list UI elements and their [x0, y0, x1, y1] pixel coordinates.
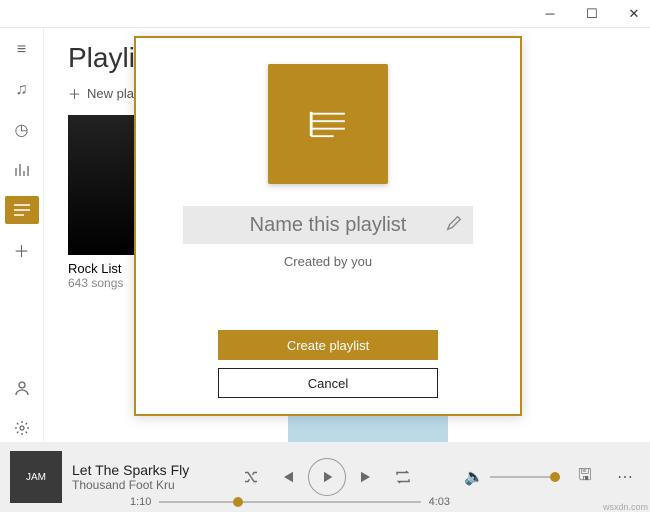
plus-icon[interactable]: ＋	[8, 236, 36, 264]
now-playing-song: Let The Sparks Fly	[72, 462, 189, 478]
playlist-icon[interactable]	[5, 196, 39, 224]
pencil-icon	[445, 214, 465, 234]
shuffle-button[interactable]	[236, 462, 266, 492]
more-icon[interactable]: ⋯	[610, 462, 640, 492]
now-playing-art[interactable]: JAM	[10, 451, 62, 503]
player-bar: JAM Let The Sparks Fly Thousand Foot Kru…	[0, 442, 650, 512]
maximize-button[interactable]: ☐	[580, 2, 604, 26]
window-titlebar: ─ ☐ ✕	[0, 0, 650, 28]
equalizer-icon[interactable]	[8, 156, 36, 184]
create-playlist-button[interactable]: Create playlist	[218, 330, 438, 360]
close-button[interactable]: ✕	[622, 2, 646, 26]
clock-icon[interactable]: ◷	[8, 116, 36, 144]
progress-bar[interactable]: 1:10 4:03	[130, 496, 450, 508]
volume-slider[interactable]	[490, 476, 560, 478]
music-note-icon[interactable]: ♫	[8, 76, 36, 104]
person-icon[interactable]	[8, 374, 36, 402]
create-playlist-dialog: Name this playlist Created by you Create…	[134, 36, 522, 416]
creator-label: Created by you	[284, 254, 372, 269]
minimize-button[interactable]: ─	[538, 2, 562, 26]
previous-button[interactable]	[272, 462, 302, 492]
playlist-art-placeholder[interactable]	[268, 64, 388, 184]
hamburger-icon[interactable]: ≡	[8, 36, 36, 64]
now-playing-artist: Thousand Foot Kru	[72, 478, 189, 492]
volume-icon[interactable]: 🔈	[464, 467, 484, 487]
plus-icon: ＋	[68, 84, 81, 103]
duration-time: 4:03	[429, 496, 450, 508]
save-button[interactable]: 🖫	[570, 462, 600, 492]
sidebar: ≡ ♫ ◷ ＋	[0, 28, 44, 442]
elapsed-time: 1:10	[130, 496, 151, 508]
watermark: wsxdn.com	[603, 502, 648, 512]
play-button[interactable]	[308, 458, 346, 496]
gear-icon[interactable]	[8, 414, 36, 442]
repeat-button[interactable]	[388, 462, 418, 492]
playlist-name-input[interactable]: Name this playlist	[183, 206, 473, 244]
next-button[interactable]	[352, 462, 382, 492]
cancel-button[interactable]: Cancel	[218, 368, 438, 398]
